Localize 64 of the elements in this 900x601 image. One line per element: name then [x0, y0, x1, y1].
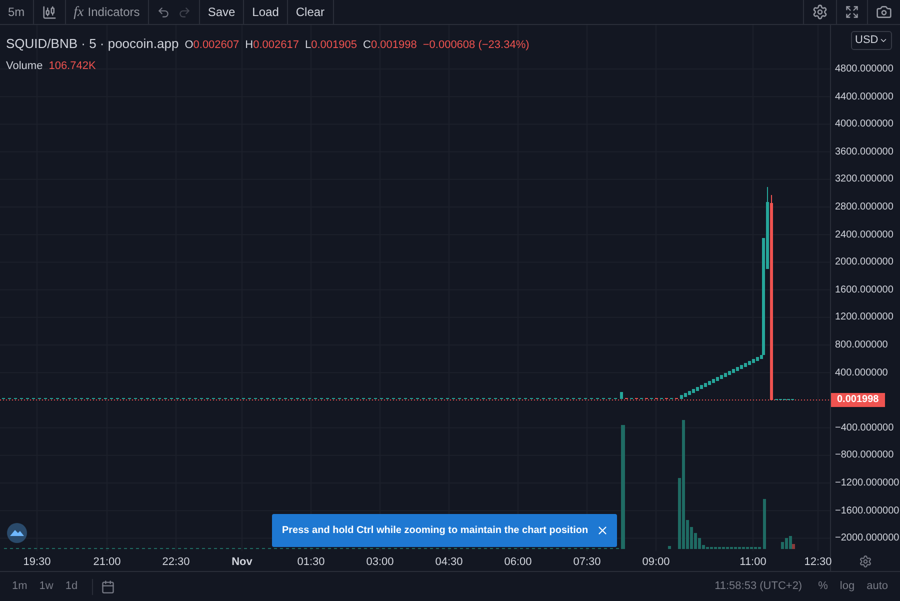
ohlc-value: L0.001905	[305, 38, 358, 53]
logo-icon	[7, 523, 27, 543]
range-button[interactable]: 1d	[59, 578, 84, 595]
price-tick: 3200.000000	[835, 172, 894, 187]
price-tick: −2000.000000	[835, 532, 900, 546]
time-tick: 03:00	[366, 555, 394, 570]
price-tick: 1600.000000	[835, 283, 894, 298]
toolbar-button[interactable]: Clear	[288, 0, 334, 24]
price-tick: 4800.000000	[835, 62, 894, 76]
time-tick: 11:00	[740, 555, 766, 570]
time-tick: 01:30	[297, 555, 325, 570]
time-tick: 21:00	[93, 555, 121, 570]
price-tick: −1200.000000	[835, 476, 900, 490]
scale-option[interactable]: auto	[860, 578, 894, 595]
volume-value: 106.742K	[48, 58, 96, 74]
price-tick: 800.000000	[835, 338, 888, 352]
price-tick: 1200.000000	[835, 310, 894, 325]
price-tick: −800.000000	[835, 448, 894, 463]
indicators-button[interactable]: fx Indicators	[66, 0, 149, 24]
ohlc-value: O0.002607	[184, 38, 240, 53]
range-button[interactable]: 1w	[33, 578, 60, 595]
price-tick: 400.000000	[835, 366, 888, 380]
volume-label: Volume	[6, 58, 43, 74]
scale-option[interactable]: %	[812, 578, 834, 595]
camera-icon[interactable]	[876, 4, 892, 20]
time-tick: 06:00	[504, 555, 532, 570]
price-tick: 3600.000000	[835, 145, 894, 160]
price-tick: 2800.000000	[835, 200, 894, 214]
last-price-label: 0.001998	[831, 393, 885, 407]
time-tick: 04:30	[435, 555, 463, 570]
ohlc-value: H0.002617	[245, 38, 299, 53]
currency-button[interactable]: USD	[851, 31, 892, 50]
ohlc-value: C0.001998	[363, 38, 417, 53]
clock-time: 11:58:53 (UTC+2)	[714, 579, 802, 594]
toast-message: Press and hold Ctrl while zooming to maintain the chart position	[282, 524, 588, 538]
time-tick: 12:30	[804, 555, 832, 570]
time-tick: Nov	[232, 555, 252, 570]
settings-icon[interactable]	[859, 554, 872, 568]
time-tick: 22:30	[162, 555, 190, 570]
range-button[interactable]: 1m	[6, 578, 34, 595]
price-tick: 2400.000000	[835, 228, 894, 242]
undo-icon[interactable]	[156, 6, 170, 18]
symbol-title: SQUID/BNB · 5 · poocoin.app	[6, 35, 179, 53]
price-change: −0.000608 (−23.34%)	[422, 38, 530, 53]
close-icon[interactable]	[596, 524, 610, 537]
candle	[620, 392, 623, 399]
toolbar-button[interactable]: Save	[200, 0, 244, 24]
interval-button[interactable]: 5m	[0, 0, 34, 24]
price-tick: −400.000000	[835, 421, 894, 436]
time-tick: 09:00	[642, 555, 670, 570]
volume-bar	[763, 499, 766, 549]
calendar-icon[interactable]	[100, 580, 115, 594]
price-tick: 4000.000000	[835, 118, 894, 132]
time-tick: 19:30	[23, 555, 51, 570]
fullscreen-icon[interactable]	[845, 5, 859, 19]
price-tick: 4400.000000	[835, 90, 894, 104]
scale-option[interactable]: log	[834, 578, 861, 595]
price-tick: −1600.000000	[835, 504, 900, 518]
volume-bar	[668, 546, 671, 549]
toolbar-button[interactable]: Load	[244, 0, 288, 24]
time-tick: 07:30	[573, 555, 601, 570]
price-tick: 2000.000000	[835, 256, 894, 270]
settings-icon[interactable]	[812, 4, 828, 20]
candle-chart-icon[interactable]	[42, 4, 57, 20]
